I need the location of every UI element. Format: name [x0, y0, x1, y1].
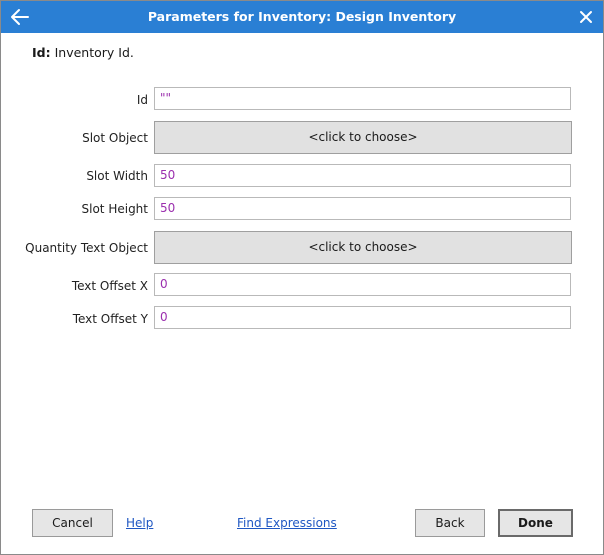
dialog-title: Parameters for Inventory: Design Invento… — [147, 9, 457, 24]
id-field[interactable]: "" — [154, 87, 571, 110]
help-link[interactable]: Help — [126, 516, 153, 530]
text-offset-x-field[interactable]: 0 — [154, 273, 571, 296]
cancel-button[interactable]: Cancel — [32, 509, 113, 537]
slot-height-label: Slot Height — [81, 202, 148, 216]
find-expressions-link[interactable]: Find Expressions — [237, 516, 337, 530]
close-icon[interactable] — [578, 9, 594, 25]
parameters-dialog: Parameters for Inventory: Design Invento… — [0, 0, 604, 555]
description-text: Inventory Id. — [54, 45, 134, 60]
back-button[interactable]: Back — [415, 509, 485, 537]
title-bar: Parameters for Inventory: Design Invento… — [1, 1, 603, 33]
done-button[interactable]: Done — [498, 509, 573, 537]
description-key: Id: — [32, 45, 51, 60]
quantity-text-object-chooser-button[interactable]: <click to choose> — [154, 231, 572, 264]
slot-object-label: Slot Object — [82, 131, 148, 145]
text-offset-y-label: Text Offset Y — [72, 312, 148, 326]
parameter-description: Id: Inventory Id. — [32, 45, 134, 60]
slot-height-field[interactable]: 50 — [154, 197, 571, 220]
quantity-text-object-label: Quantity Text Object — [25, 241, 148, 255]
slot-width-label: Slot Width — [86, 169, 148, 183]
slot-object-chooser-button[interactable]: <click to choose> — [154, 121, 572, 154]
slot-width-field[interactable]: 50 — [154, 164, 571, 187]
id-label: Id — [136, 93, 148, 107]
text-offset-x-label: Text Offset X — [71, 279, 148, 293]
text-offset-y-field[interactable]: 0 — [154, 306, 571, 329]
